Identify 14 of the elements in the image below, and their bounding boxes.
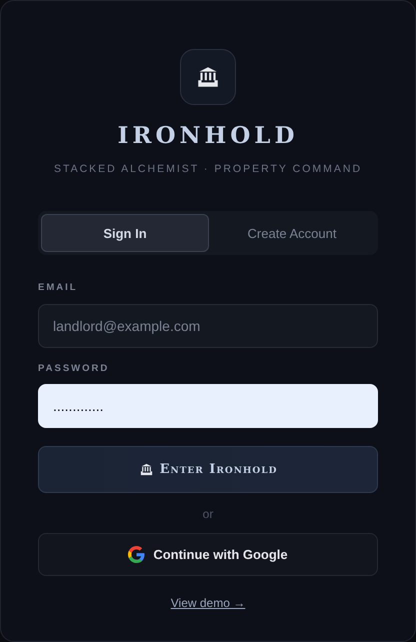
input-field[interactable]: landlord@example.com: [38, 304, 378, 348]
brand-title: IRONHOLD: [118, 121, 298, 151]
divider-text: or: [202, 506, 214, 523]
google-button[interactable]: Continue with Google: [38, 532, 378, 576]
tab[interactable]: Create Account: [209, 214, 375, 252]
input-field[interactable]: .............: [38, 384, 378, 428]
field-label: PASSWORD: [38, 362, 110, 376]
google-icon: [128, 546, 146, 563]
bank-icon: [138, 462, 154, 477]
tab[interactable]: Sign In: [41, 214, 209, 252]
brand-subtitle: STACKED ALCHEMIST · PROPERTY COMMAND: [54, 162, 362, 176]
field-label: EMAIL: [38, 281, 79, 296]
submit-button[interactable]: Enter Ironhold: [38, 446, 378, 493]
demo-link[interactable]: View demo →: [170, 594, 246, 612]
